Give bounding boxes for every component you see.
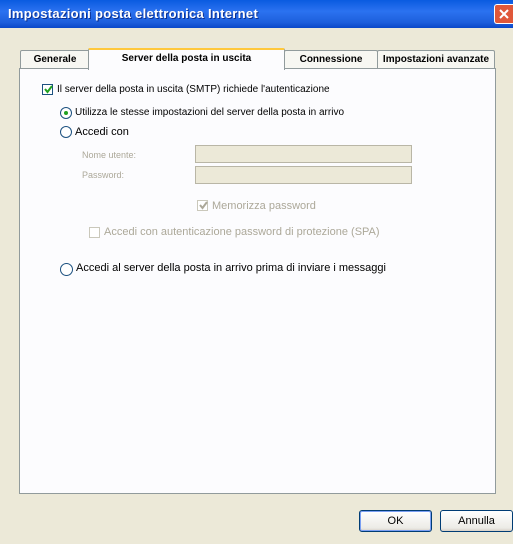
username-label: Nome utente: bbox=[82, 150, 137, 160]
tab-panel: Il server della posta in uscita (SMTP) r… bbox=[19, 68, 496, 494]
title-bar[interactable]: Impostazioni posta elettronica Internet bbox=[0, 0, 513, 28]
tab-generale[interactable]: Generale bbox=[20, 50, 90, 68]
tab-strip: Generale Server della posta in uscita Co… bbox=[20, 48, 495, 70]
tab-connessione[interactable]: Connessione bbox=[284, 50, 378, 68]
login-incoming-first-radio[interactable] bbox=[60, 263, 73, 276]
same-settings-label: Utilizza le stesse impostazioni del serv… bbox=[75, 107, 345, 118]
same-settings-radio[interactable] bbox=[60, 107, 72, 119]
tab-server-posta-uscita[interactable]: Server della posta in uscita bbox=[88, 48, 285, 70]
close-button[interactable] bbox=[494, 4, 513, 24]
cancel-button[interactable]: Annulla bbox=[440, 510, 513, 532]
smtp-auth-label: Il server della posta in uscita (SMTP) r… bbox=[57, 84, 330, 95]
login-incoming-first-label: Accedi al server della posta in arrivo p… bbox=[76, 262, 386, 274]
check-icon bbox=[199, 201, 208, 210]
remember-password-checkbox[interactable] bbox=[197, 200, 208, 211]
dialog-window: Impostazioni posta elettronica Internet … bbox=[0, 0, 513, 544]
tab-impostazioni-avanzate[interactable]: Impostazioni avanzate bbox=[377, 50, 495, 68]
radio-selected-dot bbox=[64, 111, 68, 115]
password-label: Password: bbox=[82, 170, 125, 180]
window-title: Impostazioni posta elettronica Internet bbox=[8, 6, 259, 21]
smtp-auth-checkbox[interactable] bbox=[42, 84, 53, 95]
username-input[interactable] bbox=[195, 145, 412, 163]
login-with-radio[interactable] bbox=[60, 126, 72, 138]
remember-password-label: Memorizza password bbox=[212, 200, 316, 212]
spa-label: Accedi con autenticazione password di pr… bbox=[104, 226, 380, 238]
ok-button[interactable]: OK bbox=[359, 510, 432, 532]
password-input[interactable] bbox=[195, 166, 412, 184]
spa-checkbox[interactable] bbox=[89, 227, 100, 238]
check-icon bbox=[44, 85, 53, 94]
login-with-label: Accedi con bbox=[75, 126, 129, 138]
close-icon bbox=[499, 9, 509, 19]
